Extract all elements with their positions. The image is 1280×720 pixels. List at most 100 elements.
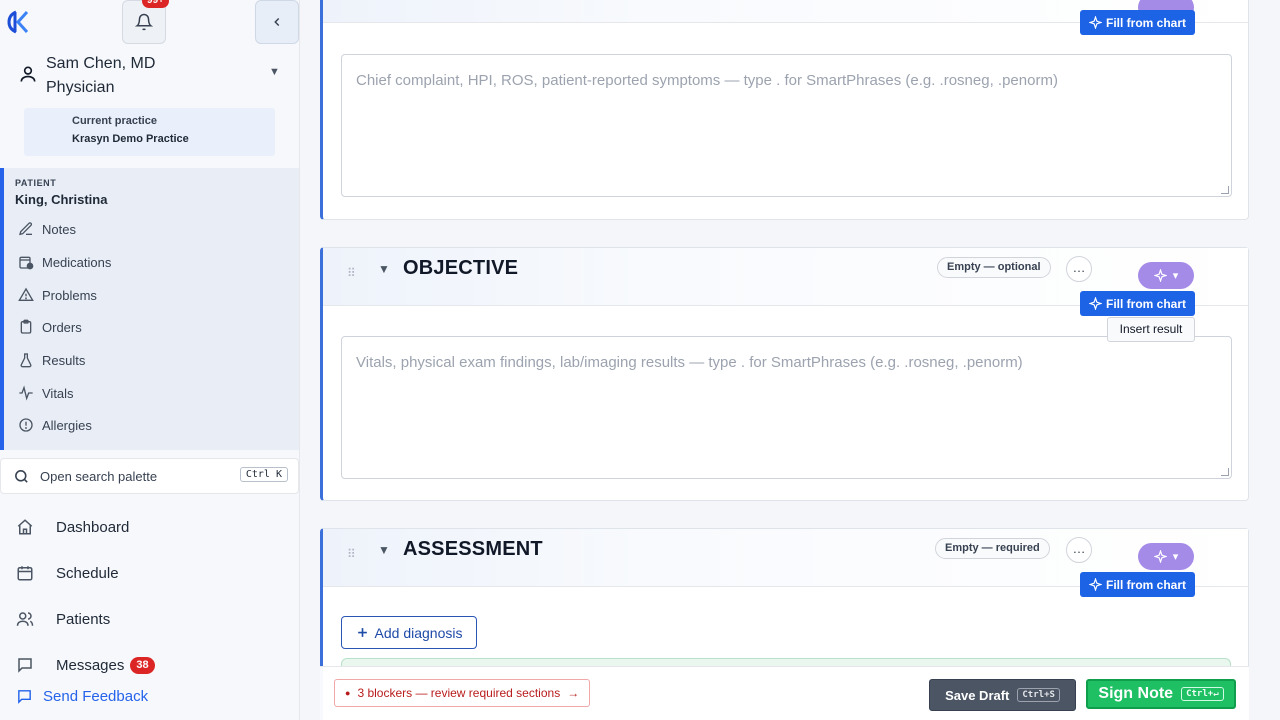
user-name: Sam Chen, MD	[46, 55, 156, 72]
section-title: ASSESSMENT	[403, 538, 543, 560]
patient-nav-label: Results	[42, 352, 86, 368]
chevron-down-icon: ▾	[1172, 551, 1179, 563]
ai-assist-button[interactable]: ▾	[1138, 262, 1194, 289]
subjective-section: Fill from chart Chief complaint, HPI, RO…	[320, 0, 1249, 220]
chevron-left-icon	[274, 17, 280, 27]
sign-shortcut: Ctrl+↵	[1181, 687, 1224, 701]
objective-section: ⠿ ▼ OBJECTIVE Empty — optional … ▾ Fill …	[320, 247, 1249, 501]
collapse-caret-icon[interactable]: ▼	[378, 543, 390, 557]
pulse-icon	[19, 385, 33, 401]
search-shortcut: Ctrl K	[239, 467, 288, 482]
note-action-bar: ● 3 blockers — review required sections …	[320, 666, 1249, 720]
send-feedback-link[interactable]: Send Feedback	[16, 688, 148, 705]
patient-panel: PATIENT King, Christina Notes Medication…	[0, 168, 299, 450]
user-role: Physician	[46, 79, 115, 96]
patient-name: King, Christina	[15, 192, 108, 207]
section-title: OBJECTIVE	[403, 257, 519, 279]
search-label: Open search palette	[40, 468, 158, 484]
sparkle-icon	[1088, 16, 1102, 29]
nav-label: Dashboard	[56, 518, 130, 536]
fill-from-chart-button[interactable]: Fill from chart	[1080, 291, 1195, 316]
patient-nav-label: Medications	[42, 254, 112, 270]
sign-note-button[interactable]: Sign Note Ctrl+↵	[1086, 679, 1236, 709]
calendar-icon	[17, 566, 33, 581]
objective-textarea[interactable]: Vitals, physical exam findings, lab/imag…	[341, 336, 1232, 479]
patient-nav-allergies[interactable]: Allergies	[18, 412, 92, 438]
fill-from-chart-button[interactable]: Fill from chart	[1080, 10, 1195, 35]
sparkle-icon	[1088, 297, 1102, 310]
message-icon	[18, 658, 32, 673]
sidebar: 99+ Sam Chen, MD Physician ▼ Current pra…	[0, 0, 300, 720]
patient-nav-medications[interactable]: Medications	[18, 249, 111, 275]
fill-from-chart-button[interactable]: Fill from chart	[1080, 572, 1195, 597]
messages-badge: 38	[130, 656, 155, 674]
notifications-button[interactable]: 99+	[122, 0, 169, 44]
more-options-button[interactable]: …	[1066, 537, 1092, 563]
nav-label: Patients	[56, 610, 111, 628]
krasyn-logo-icon[interactable]	[6, 8, 32, 36]
patient-nav-label: Vitals	[42, 385, 74, 401]
subjective-placeholder: Chief complaint, HPI, ROS, patient-repor…	[356, 72, 1058, 89]
nav-patients[interactable]: Patients	[16, 605, 110, 633]
home-icon	[17, 519, 33, 535]
save-draft-label: Save Draft	[945, 687, 1010, 703]
ai-assist-button[interactable]: ▾	[1138, 543, 1194, 570]
user-menu[interactable]: Sam Chen, MD Physician ▼	[16, 52, 286, 100]
patient-nav-notes[interactable]: Notes	[18, 216, 76, 242]
patient-nav-label: Problems	[42, 287, 97, 303]
patient-nav-problems[interactable]: Problems	[18, 282, 97, 308]
objective-placeholder: Vitals, physical exam findings, lab/imag…	[356, 354, 1023, 371]
fill-label: Fill from chart	[1105, 15, 1186, 30]
flask-icon	[20, 353, 32, 368]
add-diagnosis-button[interactable]: Add diagnosis	[341, 616, 477, 649]
blockers-label: 3 blockers — review required sections	[357, 686, 561, 700]
plus-icon	[357, 628, 367, 637]
drag-handle-icon[interactable]: ⠿	[347, 267, 357, 279]
patient-nav-label: Orders	[42, 319, 82, 335]
patient-nav-vitals[interactable]: Vitals	[18, 380, 74, 406]
chevron-down-icon[interactable]: ▼	[269, 66, 280, 78]
sign-note-label: Sign Note	[1098, 685, 1174, 702]
sparkle-icon	[1153, 550, 1167, 563]
nav-schedule[interactable]: Schedule	[16, 559, 119, 587]
edit-icon	[19, 222, 33, 236]
alert-circle-icon	[19, 418, 33, 432]
chevron-down-icon: ▾	[1172, 270, 1179, 282]
sparkle-icon	[1153, 269, 1167, 282]
arrow-right-icon: →	[567, 686, 580, 700]
search-palette-button[interactable]: Open search palette Ctrl K	[0, 458, 299, 494]
patient-label: PATIENT	[15, 178, 57, 188]
add-diagnosis-label: Add diagnosis	[374, 624, 463, 641]
bell-icon	[135, 13, 153, 31]
blockers-button[interactable]: ● 3 blockers — review required sections …	[334, 679, 591, 707]
drag-handle-icon[interactable]: ⠿	[347, 548, 357, 560]
nav-label: Messages	[56, 656, 125, 674]
collapse-caret-icon[interactable]: ▼	[378, 262, 390, 276]
patient-nav-results[interactable]: Results	[18, 347, 85, 373]
user-icon	[20, 66, 36, 82]
note-editor: Fill from chart Chief complaint, HPI, RO…	[300, 0, 1280, 720]
feedback-icon	[18, 690, 31, 704]
clipboard-icon	[20, 319, 32, 334]
status-badge: Empty — required	[935, 538, 1050, 559]
more-options-button[interactable]: …	[1066, 256, 1092, 282]
fill-label: Fill from chart	[1105, 296, 1186, 311]
resize-handle[interactable]	[1221, 186, 1229, 194]
collapse-sidebar-button[interactable]	[255, 0, 299, 44]
fill-label: Fill from chart	[1105, 577, 1186, 592]
nav-messages[interactable]: Messages 38	[16, 651, 155, 679]
current-practice[interactable]: Current practice Krasyn Demo Practice	[24, 108, 275, 156]
subjective-textarea[interactable]: Chief complaint, HPI, ROS, patient-repor…	[341, 54, 1232, 197]
resize-handle[interactable]	[1221, 468, 1229, 476]
nav-dashboard[interactable]: Dashboard	[16, 513, 129, 541]
patient-nav-label: Notes	[42, 221, 76, 237]
warning-icon	[18, 287, 34, 301]
patient-nav-orders[interactable]: Orders	[18, 314, 82, 340]
sparkle-icon	[1088, 578, 1102, 591]
search-icon	[15, 469, 28, 483]
medications-icon	[19, 256, 34, 270]
practice-label: Current practice	[72, 115, 157, 127]
feedback-label: Send Feedback	[43, 688, 149, 705]
notifications-badge: 99+	[142, 0, 169, 8]
save-draft-button[interactable]: Save Draft Ctrl+S	[929, 679, 1076, 711]
